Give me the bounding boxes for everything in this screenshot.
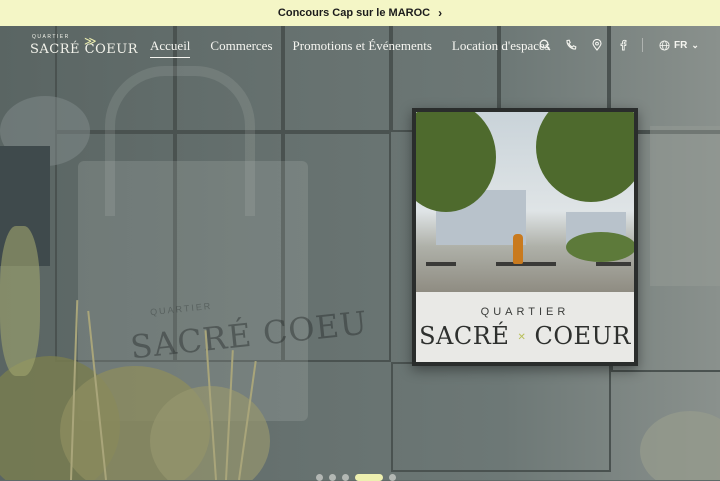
- bench: [496, 262, 556, 266]
- phone-icon[interactable]: [564, 38, 578, 52]
- hero-banner: QUARTIER SACRÉ COEU QUARTIER SACRÉ ✕ COE…: [0, 26, 720, 480]
- search-icon[interactable]: [538, 38, 552, 52]
- poster-frame: QUARTIER SACRÉ ✕ COEUR: [412, 108, 638, 366]
- language-label: FR: [674, 39, 688, 51]
- poster-title-right: COEUR: [534, 322, 631, 350]
- globe-icon: [659, 39, 670, 51]
- logo-mark-icon: ≫: [84, 34, 97, 48]
- nav-link-accueil[interactable]: Accueil: [150, 38, 191, 58]
- chevron-down-icon: ⌄: [691, 39, 699, 50]
- poster-subtitle: QUARTIER: [480, 306, 570, 318]
- poster-title-left: SACRÉ: [419, 322, 510, 350]
- facebook-icon[interactable]: [616, 38, 630, 52]
- poster-photo: [416, 112, 634, 292]
- chevron-right-icon[interactable]: ›: [438, 6, 442, 20]
- glass-panel: [391, 362, 611, 472]
- language-selector[interactable]: FR ⌄: [659, 40, 699, 51]
- building-reflection: [650, 126, 720, 286]
- bench: [426, 262, 456, 266]
- person: [513, 234, 523, 264]
- tree: [536, 112, 634, 202]
- nav-link-commerces[interactable]: Commerces: [210, 38, 272, 58]
- nav-links: Accueil Commerces Promotions et Événemen…: [150, 38, 550, 58]
- shrub: [640, 411, 720, 480]
- location-pin-icon[interactable]: [590, 38, 604, 52]
- poster: QUARTIER SACRÉ ✕ COEUR: [416, 112, 634, 362]
- bench: [596, 262, 631, 266]
- nav-link-location[interactable]: Location d'espaces: [452, 38, 550, 58]
- tote-bag-handle: [105, 66, 255, 216]
- logo[interactable]: QUARTIER SACRÉ COEUR ≫: [30, 34, 138, 58]
- poster-title: SACRÉ ✕ COEUR: [416, 322, 634, 350]
- announcement-text[interactable]: Concours Cap sur le MAROC: [278, 7, 430, 19]
- announcement-bar[interactable]: Concours Cap sur le MAROC ›: [0, 0, 720, 26]
- nav-icons: FR ⌄: [538, 38, 699, 52]
- shrub: [0, 226, 40, 376]
- hedge: [566, 232, 634, 262]
- divider: [642, 38, 643, 52]
- nav-link-promotions[interactable]: Promotions et Événements: [293, 38, 432, 58]
- main-nav: QUARTIER SACRÉ COEUR ≫ Accueil Commerces…: [0, 26, 720, 66]
- leaf-mark-icon: ✕: [517, 332, 527, 343]
